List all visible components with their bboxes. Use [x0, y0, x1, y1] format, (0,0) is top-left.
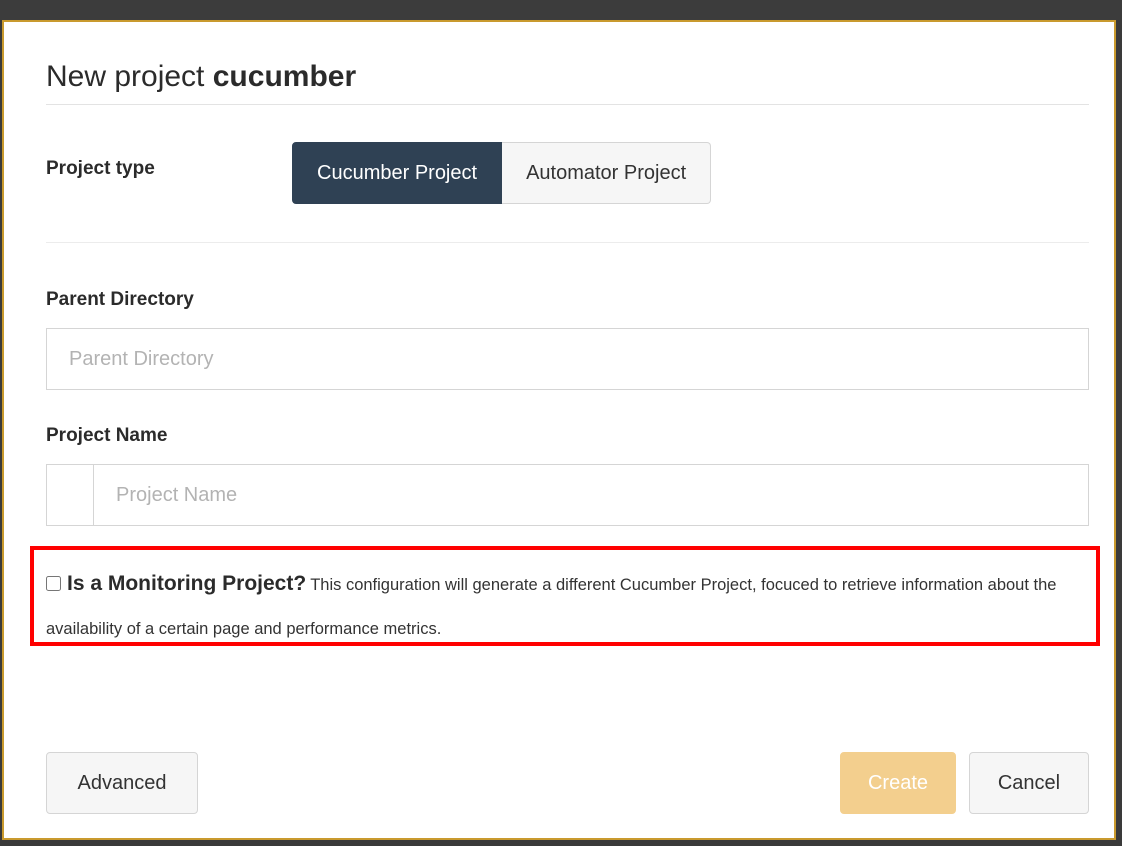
project-type-toggle: Cucumber Project Automator Project	[292, 142, 712, 204]
modal-title-prefix: New project	[46, 60, 205, 93]
project-name-label: Project Name	[46, 425, 168, 446]
section-divider	[46, 242, 1089, 243]
cucumber-project-button[interactable]: Cucumber Project	[292, 142, 503, 204]
monitoring-project-checkbox[interactable]	[46, 576, 61, 591]
create-button[interactable]: Create	[840, 752, 956, 814]
modal-title-project-name: cucumber	[212, 60, 357, 93]
monitoring-project-label: Is a Monitoring Project?	[67, 572, 307, 595]
new-project-modal: New project cucumber Project type Cucumb…	[2, 20, 1116, 840]
automator-project-button[interactable]: Automator Project	[502, 142, 712, 204]
parent-directory-label: Parent Directory	[46, 289, 194, 310]
monitoring-highlight-box: Is a Monitoring Project? This configurati…	[30, 546, 1100, 646]
modal-title: New project cucumber	[46, 60, 356, 94]
project-name-input[interactable]	[93, 464, 1089, 526]
parent-directory-input[interactable]	[46, 328, 1089, 390]
title-divider	[46, 104, 1089, 105]
project-name-input-addon	[46, 464, 93, 526]
monitoring-option: Is a Monitoring Project? This configurati…	[46, 562, 1091, 651]
advanced-button[interactable]: Advanced	[46, 752, 198, 814]
cancel-button[interactable]: Cancel	[969, 752, 1089, 814]
background-overlay	[0, 0, 1122, 20]
project-type-label: Project type	[46, 158, 155, 179]
